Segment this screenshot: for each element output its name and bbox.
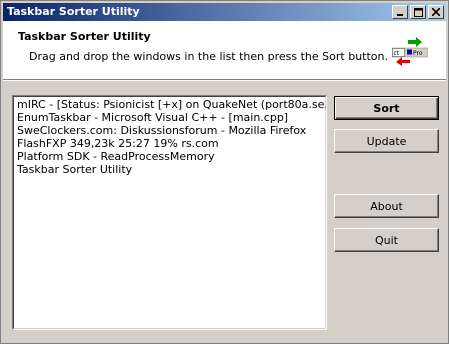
list-item[interactable]: mIRC - [Status: Psionicist [+x] on Quake… <box>14 98 326 111</box>
about-button[interactable]: About <box>334 194 439 218</box>
header-subtitle: Drag and drop the windows in the list th… <box>29 50 388 63</box>
close-button[interactable] <box>428 5 444 19</box>
quit-button-label: Quit <box>375 233 398 247</box>
icon-text-left: ct <box>394 50 400 57</box>
update-button[interactable]: Update <box>334 129 439 153</box>
maximize-button[interactable] <box>410 5 426 19</box>
list-item[interactable]: FlashFXP 349,23k 25:27 19% rs.com <box>14 137 325 150</box>
list-item[interactable]: Platform SDK - ReadProcessMemory <box>14 150 325 163</box>
list-item[interactable]: SweClockers.com: Diskussionsforum - Mozi… <box>14 124 325 137</box>
minimize-button[interactable] <box>392 5 408 19</box>
minimize-icon <box>397 14 403 16</box>
sort-button[interactable]: Sort <box>334 96 439 120</box>
taskbar-sort-icon: ct Pro <box>392 37 428 66</box>
header-separator <box>3 80 446 81</box>
title-bar-buttons <box>392 5 444 19</box>
sort-button-label: Sort <box>373 101 400 115</box>
about-button-label: About <box>370 199 403 213</box>
header-panel: Taskbar Sorter Utility Drag and drop the… <box>3 21 446 80</box>
window-title: Taskbar Sorter Utility <box>7 5 140 18</box>
header-title: Taskbar Sorter Utility <box>18 30 151 43</box>
icon-text-right: Pro <box>413 50 423 57</box>
quit-button[interactable]: Quit <box>334 228 439 252</box>
maximize-icon <box>413 7 423 17</box>
list-item[interactable]: Taskbar Sorter Utility <box>14 163 325 176</box>
list-item[interactable]: EnumTaskbar - Microsoft Visual C++ - [ma… <box>14 111 325 124</box>
main-window: Taskbar Sorter Utility Taskbar Sorter Ut… <box>0 0 449 344</box>
close-icon <box>432 8 440 16</box>
update-button-label: Update <box>366 134 407 148</box>
windows-listbox[interactable]: mIRC - [Status: Psionicist [+x] on Quake… <box>12 95 327 330</box>
windows-list[interactable]: mIRC - [Status: Psionicist [+x] on Quake… <box>13 96 326 329</box>
title-bar[interactable]: Taskbar Sorter Utility <box>3 3 446 21</box>
